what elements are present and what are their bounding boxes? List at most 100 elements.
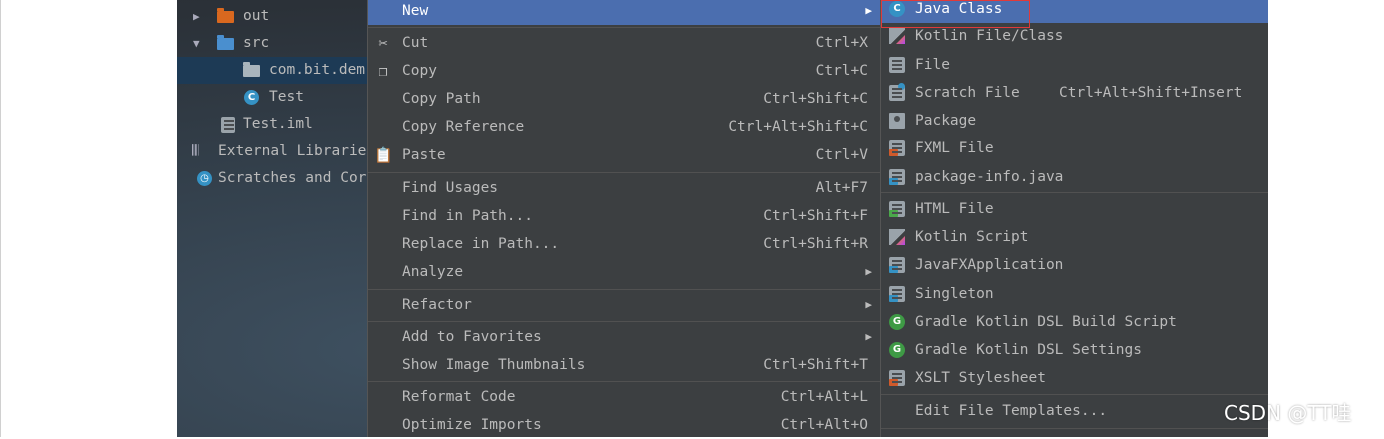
menu-item-replace-in-path[interactable]: Replace in Path... Ctrl+Shift+R xyxy=(368,230,880,258)
tree-item-test-iml[interactable]: Test.iml xyxy=(177,111,369,138)
menu-separator xyxy=(368,27,880,28)
menu-separator xyxy=(881,192,1268,193)
menu-item-add-to-favorites[interactable]: Add to Favorites ▶ xyxy=(368,323,880,351)
menu-item-shortcut: Ctrl+Alt+O xyxy=(780,417,868,433)
tree-item-scratches[interactable]: ◷ Scratches and Cor xyxy=(177,165,369,192)
module-file-icon xyxy=(221,117,235,133)
menu-item-refactor[interactable]: Refactor ▶ xyxy=(368,291,880,319)
file-icon xyxy=(889,57,905,73)
menu-item-label: New xyxy=(402,3,429,19)
menu-item-label: Show Image Thumbnails xyxy=(402,357,586,373)
menu-item-label: Add to Favorites xyxy=(402,329,542,345)
menu-item-copy-path[interactable]: Copy Path Ctrl+Shift+C xyxy=(368,85,880,113)
tree-item-external-libraries[interactable]: 𝄃𝄃 External Librarie xyxy=(177,138,369,165)
java-file-icon xyxy=(889,286,905,302)
tree-item-label: com.bit.dem xyxy=(269,62,366,78)
menu-item-label: Singleton xyxy=(915,286,994,302)
kotlin-script-icon xyxy=(889,229,905,245)
submenu-arrow-icon: ▶ xyxy=(865,265,872,278)
expand-arrow-icon[interactable]: ▶ xyxy=(193,3,200,30)
menu-item-label: Gradle Kotlin DSL Settings xyxy=(915,342,1142,358)
html-file-icon xyxy=(889,201,905,217)
menu-item-paste[interactable]: 📋 Paste Ctrl+V xyxy=(368,141,880,169)
tree-item-package[interactable]: com.bit.dem xyxy=(177,57,369,84)
menu-item-javafx-application[interactable]: JavaFXApplication xyxy=(881,251,1268,279)
menu-item-find-usages[interactable]: Find Usages Alt+F7 xyxy=(368,174,880,202)
source-folder-icon xyxy=(217,35,234,50)
menu-item-shortcut: Ctrl+Shift+C xyxy=(763,91,868,107)
menu-item-analyze[interactable]: Analyze ▶ xyxy=(368,258,880,286)
menu-item-shortcut: Ctrl+Shift+F xyxy=(763,208,868,224)
package-icon xyxy=(243,62,260,77)
menu-item-optimize-imports[interactable]: Optimize Imports Ctrl+Alt+O xyxy=(368,411,880,439)
menu-item-new[interactable]: New ▶ xyxy=(368,0,880,25)
library-icon: 𝄃𝄃 xyxy=(192,143,199,159)
java-file-icon xyxy=(889,169,905,185)
tree-item-label: Test xyxy=(269,89,304,105)
menu-item-find-in-path[interactable]: Find in Path... Ctrl+Shift+F xyxy=(368,202,880,230)
frame-border xyxy=(0,0,1,437)
submenu-arrow-icon: ▶ xyxy=(865,4,872,17)
menu-item-label: File xyxy=(915,57,950,73)
menu-separator xyxy=(881,394,1268,395)
menu-item-label: Find Usages xyxy=(402,180,499,196)
menu-item-singleton[interactable]: Singleton xyxy=(881,280,1268,308)
menu-item-show-image-thumbnails[interactable]: Show Image Thumbnails Ctrl+Shift+T xyxy=(368,351,880,379)
menu-item-shortcut: Ctrl+X xyxy=(815,35,868,51)
menu-item-edit-file-templates[interactable]: Edit File Templates... xyxy=(881,397,1268,425)
collapse-arrow-icon[interactable]: ▼ xyxy=(193,30,200,57)
menu-separator xyxy=(368,172,880,173)
menu-item-html-file[interactable]: HTML File xyxy=(881,195,1268,223)
gradle-icon: G xyxy=(889,342,905,358)
menu-item-shortcut: Ctrl+Alt+Shift+C xyxy=(728,119,868,135)
folder-icon xyxy=(217,8,234,23)
menu-item-shortcut: Ctrl+Shift+T xyxy=(763,357,868,373)
menu-item-shortcut: Ctrl+Alt+Shift+Insert xyxy=(1059,85,1243,101)
menu-item-gradle-settings[interactable]: G Gradle Kotlin DSL Settings xyxy=(881,336,1268,364)
kotlin-file-icon xyxy=(889,28,905,44)
menu-item-label: Reformat Code xyxy=(402,389,516,405)
menu-item-copy[interactable]: ❐ Copy Ctrl+C xyxy=(368,57,880,85)
tree-item-out[interactable]: ▶ out xyxy=(177,3,369,30)
tree-item-label: Scratches and Cor xyxy=(218,170,367,186)
menu-item-xslt-stylesheet[interactable]: XSLT Stylesheet xyxy=(881,364,1268,392)
tree-item-label: out xyxy=(243,8,270,24)
tree-item-label: src xyxy=(243,35,270,51)
menu-item-shortcut: Alt+F7 xyxy=(815,180,868,196)
menu-item-label: HTML File xyxy=(915,201,994,217)
menu-item-package[interactable]: Package xyxy=(881,107,1268,135)
menu-item-label: Copy Path xyxy=(402,91,481,107)
menu-item-shortcut: Ctrl+V xyxy=(815,147,868,163)
menu-item-kotlin-script[interactable]: Kotlin Script xyxy=(881,223,1268,251)
menu-item-label: FXML File xyxy=(915,140,994,156)
context-menu: New ▶ ✂ Cut Ctrl+X ❐ Copy Ctrl+C Copy Pa… xyxy=(367,0,880,437)
menu-item-shortcut: Ctrl+Alt+L xyxy=(780,389,868,405)
menu-item-package-info[interactable]: package-info.java xyxy=(881,163,1268,191)
menu-item-copy-reference[interactable]: Copy Reference Ctrl+Alt+Shift+C xyxy=(368,113,880,141)
tree-item-src[interactable]: ▼ src xyxy=(177,30,369,57)
menu-item-file[interactable]: File xyxy=(881,51,1268,79)
menu-item-reformat-code[interactable]: Reformat Code Ctrl+Alt+L xyxy=(368,383,880,411)
menu-item-label: Paste xyxy=(402,147,446,163)
menu-item-label: Gradle Kotlin DSL Build Script xyxy=(915,314,1177,330)
project-tree: ▶ out ▼ src com.bit.dem C Test Test.iml … xyxy=(177,0,369,437)
menu-item-label: Refactor xyxy=(402,297,472,313)
menu-item-label: Analyze xyxy=(402,264,464,280)
menu-item-label: XSLT Stylesheet xyxy=(915,370,1046,386)
menu-item-label: Find in Path... xyxy=(402,208,533,224)
clipboard-icon: 📋 xyxy=(374,146,393,164)
menu-item-label: Optimize Imports xyxy=(402,417,542,433)
menu-separator xyxy=(368,381,880,382)
menu-item-fxml-file[interactable]: FXML File xyxy=(881,134,1268,162)
watermark: CSDN @TT哇 xyxy=(1224,401,1352,425)
scratches-icon: ◷ xyxy=(197,171,212,186)
menu-item-label: JavaFXApplication xyxy=(915,257,1064,273)
scratch-file-icon xyxy=(889,83,905,101)
java-class-icon: C xyxy=(244,90,259,105)
menu-separator xyxy=(368,289,880,290)
menu-item-scratch-file[interactable]: Scratch File Ctrl+Alt+Shift+Insert xyxy=(881,79,1268,107)
menu-item-gradle-build-script[interactable]: G Gradle Kotlin DSL Build Script xyxy=(881,308,1268,336)
menu-separator xyxy=(881,428,1268,429)
tree-item-test[interactable]: C Test xyxy=(177,84,369,111)
menu-item-cut[interactable]: ✂ Cut Ctrl+X xyxy=(368,29,880,57)
